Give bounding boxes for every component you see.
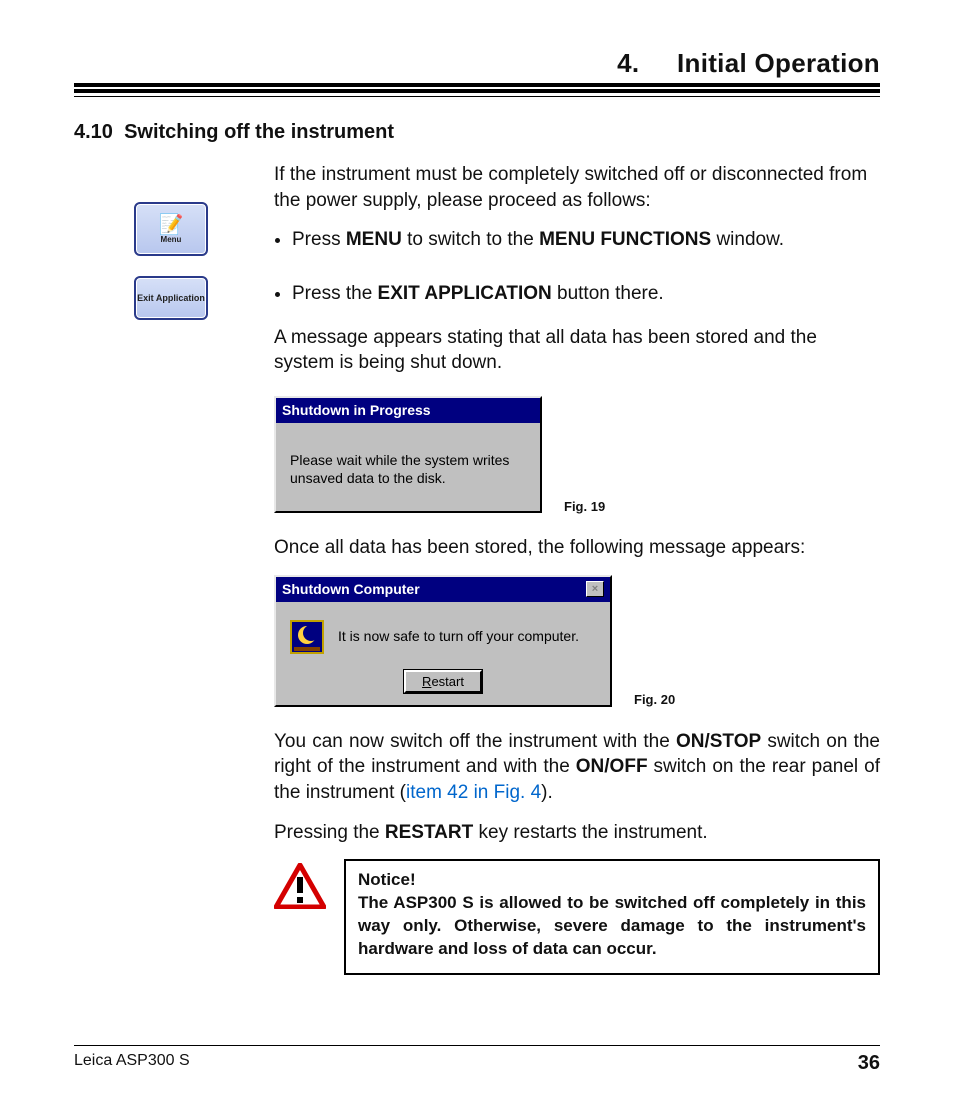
product-name-label: Leica ASP300 S — [74, 1052, 190, 1075]
bullet-press-menu: Press MENU to switch to the MENU FUNCTIO… — [292, 227, 880, 253]
shutdown-moon-icon — [290, 620, 324, 654]
warning-icon — [274, 859, 326, 975]
restart-button[interactable]: Restart — [404, 670, 482, 693]
dialog2-title: Shutdown Computer — [282, 580, 420, 599]
main-content: If the instrument must be completely swi… — [274, 162, 880, 975]
fig20-label: Fig. 20 — [634, 691, 675, 711]
dialog1-title: Shutdown in Progress — [282, 401, 431, 420]
notepad-icon: 📝 — [159, 215, 184, 235]
page-header: 4. Initial Operation — [74, 48, 880, 87]
page-footer: Leica ASP300 S 36 — [74, 1045, 880, 1075]
dialog2-body-text: It is now safe to turn off your computer… — [338, 627, 579, 646]
page-number-label: 36 — [858, 1052, 880, 1075]
notice-block: Notice! The ASP300 S is allowed to be sw… — [274, 859, 880, 975]
notice-heading: Notice! — [358, 869, 866, 892]
menu-button-label: Menu — [161, 235, 182, 244]
restart-paragraph: Pressing the RESTART key restarts the in… — [274, 820, 880, 846]
intro-paragraph: If the instrument must be completely swi… — [274, 162, 880, 213]
switch-off-paragraph: You can now switch off the instrument wi… — [274, 729, 880, 806]
exit-application-button-illustration: Exit Application — [134, 276, 208, 320]
bullet-press-exit: Press the EXIT APPLICATION button there. — [292, 281, 880, 307]
chapter-number-label: 4. — [617, 48, 639, 78]
after-exit-paragraph: A message appears stating that all data … — [274, 325, 880, 376]
notice-body: The ASP300 S is allowed to be switched o… — [358, 892, 866, 961]
sidebar-icons: 📝 Menu Exit Application — [74, 162, 274, 975]
header-rule — [74, 89, 880, 97]
shutdown-computer-dialog: Shutdown Computer × It is now — [274, 575, 612, 707]
dialog1-body: Please wait while the system writes unsa… — [276, 423, 540, 511]
chapter-title-label: Initial Operation — [677, 48, 880, 78]
section-title-label: Switching off the instrument — [124, 121, 394, 143]
fig19-label: Fig. 19 — [564, 498, 605, 518]
close-icon: × — [586, 581, 604, 597]
fig4-link[interactable]: item 42 in Fig. 4 — [406, 782, 541, 803]
exit-application-label: Exit Application — [137, 293, 205, 303]
section-number-label: 4.10 — [74, 121, 113, 143]
after-dlg1-paragraph: Once all data has been stored, the follo… — [274, 535, 880, 561]
shutdown-progress-dialog: Shutdown in Progress Please wait while t… — [274, 396, 542, 513]
section-heading: 4.10 Switching off the instrument — [74, 121, 880, 144]
menu-button-illustration: 📝 Menu — [134, 202, 208, 256]
